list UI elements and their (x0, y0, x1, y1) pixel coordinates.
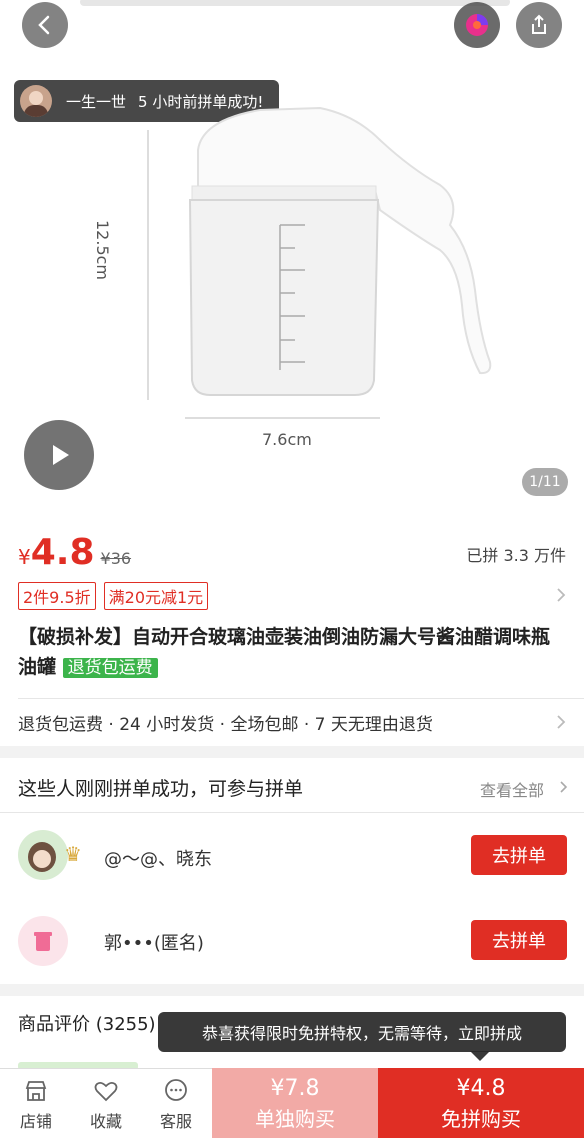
status-bar-strip (80, 0, 510, 6)
buy-group-free-button[interactable]: ¥4.8 免拼购买 (378, 1068, 584, 1138)
promo-tag-coupon: 满20元减1元 (103, 582, 209, 610)
join-group-button[interactable]: 去拼单 (471, 835, 567, 875)
single-price: ¥7.8 (270, 1076, 320, 1101)
oil-bottle-illustration (147, 106, 492, 419)
play-video-button[interactable] (24, 420, 94, 490)
customer-service-label: 客服 (159, 1112, 192, 1131)
heart-icon (94, 1081, 118, 1102)
service-guarantees[interactable]: 退货包运费 · 24 小时发货 · 全场包邮 · 7 天无理由退货 (18, 710, 433, 735)
store-button[interactable]: 店铺 (6, 1078, 66, 1132)
group-heading: 这些人刚刚拼单成功，可参与拼单 (18, 778, 304, 800)
group-member-name: @～@、晓东 (104, 849, 212, 870)
favorite-label: 收藏 (89, 1112, 122, 1131)
promo-tag-discount: 2件9.5折 (18, 582, 96, 610)
customer-service-button[interactable]: 客服 (146, 1078, 206, 1132)
tooltip-arrow (470, 1051, 490, 1061)
trash-bag-icon (34, 932, 52, 951)
chevron-left-icon (38, 15, 50, 35)
crown-icon: ♛ (64, 842, 82, 866)
play-icon (53, 445, 69, 465)
product-image-area[interactable]: 一生一世 5 小时前拼单成功! 12.5cm 7.6cm 1/11 (0, 0, 584, 510)
single-label: 单独购买 (255, 1107, 335, 1131)
group-price: ¥4.8 (456, 1076, 506, 1101)
height-label: 12.5cm (93, 220, 112, 281)
return-shipping-badge: 退货包运费 (62, 658, 158, 678)
sold-count: 已拼 3.3 万件 (466, 546, 566, 565)
buy-single-button[interactable]: ¥7.8 单独购买 (212, 1068, 378, 1138)
promo-tags[interactable]: 2件9.5折 满20元减1元 (18, 582, 209, 610)
group-member-name: 郭•••(匿名) (104, 933, 204, 954)
group-label: 免拼购买 (441, 1107, 521, 1131)
width-label: 7.6cm (262, 430, 312, 449)
current-price: 4.8 (30, 532, 95, 573)
join-group-button[interactable]: 去拼单 (471, 920, 567, 960)
back-button[interactable] (22, 2, 68, 48)
reviews-heading[interactable]: 商品评价 (3255) (18, 1010, 156, 1036)
favorite-button[interactable]: 收藏 (76, 1078, 136, 1132)
chat-icon (165, 1079, 187, 1101)
divider (18, 698, 584, 699)
free-group-tooltip: 恭喜获得限时免拼特权，无需等待，立即拼成 (158, 1012, 566, 1052)
store-icon (25, 1081, 47, 1101)
tooltip-text: 恭喜获得限时免拼特权，无需等待，立即拼成 (201, 1024, 522, 1043)
price-symbol: ¥ (18, 545, 31, 569)
chevron-right-icon[interactable] (554, 586, 568, 604)
chevron-right-icon[interactable] (554, 713, 568, 731)
store-label: 店铺 (19, 1112, 52, 1131)
share-icon (532, 14, 546, 34)
view-all-link[interactable]: 查看全部 (480, 777, 544, 801)
app-logo-icon (466, 14, 488, 36)
price-row: ¥ 4.8 ¥36 (18, 532, 131, 573)
avatar (18, 916, 68, 966)
original-price: ¥36 (100, 549, 132, 568)
share-button[interactable] (516, 2, 562, 48)
image-counter: 1/11 (522, 468, 568, 496)
divider (0, 812, 584, 813)
chevron-right-icon[interactable] (558, 779, 570, 795)
product-title: 【破损补发】自动开合玻璃油壶装油倒油防漏大号酱油醋调味瓶油罐 退货包运费 (18, 622, 566, 683)
avatar (20, 85, 52, 117)
avatar (18, 830, 68, 880)
app-logo-button[interactable] (454, 2, 500, 48)
